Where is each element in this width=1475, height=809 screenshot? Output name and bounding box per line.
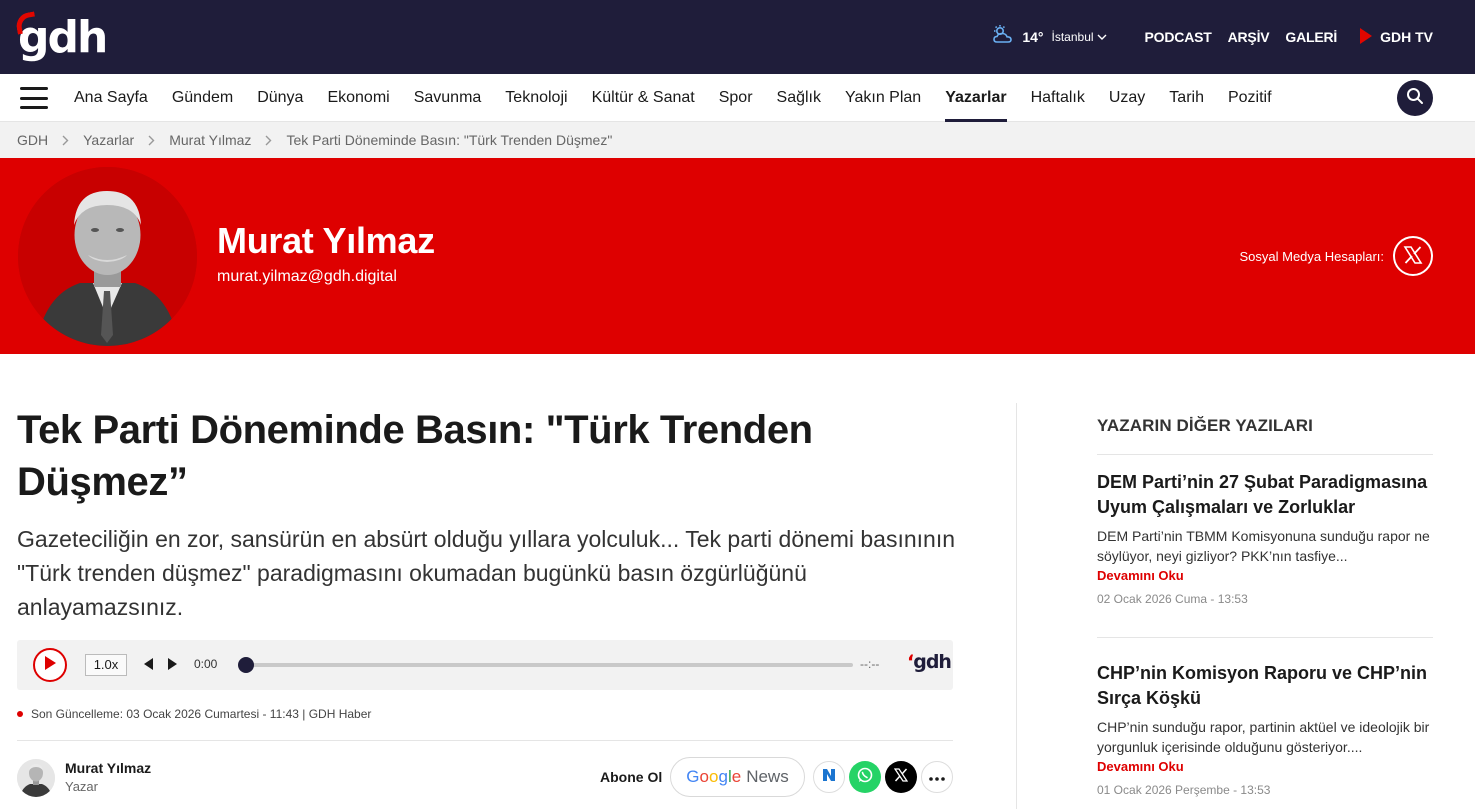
author-name: Murat Yılmaz xyxy=(217,220,435,261)
nav-item-spor[interactable]: Spor xyxy=(707,74,765,122)
read-more-link[interactable]: Devamını Oku xyxy=(1097,568,1435,583)
nav-item-gundem[interactable]: Gündem xyxy=(160,74,245,122)
weather-icon xyxy=(992,24,1014,50)
hamburger-menu-icon[interactable] xyxy=(20,87,48,109)
main-nav: Ana Sayfa Gündem Dünya Ekonomi Savunma T… xyxy=(0,74,1475,122)
breadcrumb-current: Tek Parti Döneminde Basın: "Türk Trenden… xyxy=(286,132,613,148)
gdh-tv-link[interactable]: GDH TV xyxy=(1359,27,1433,48)
byline-role: Yazar xyxy=(65,779,98,794)
red-dot-icon xyxy=(17,711,23,717)
x-icon xyxy=(893,767,909,787)
chevron-right-icon xyxy=(62,135,69,146)
progress-thumb[interactable] xyxy=(238,657,254,673)
column-divider xyxy=(1016,403,1017,809)
nav-item-dunya[interactable]: Dünya xyxy=(245,74,315,122)
subscribe-label: Abone Ol xyxy=(600,769,663,785)
author-avatar xyxy=(18,167,197,346)
read-more-link[interactable]: Devamını Oku xyxy=(1097,759,1435,774)
search-icon xyxy=(1406,87,1424,110)
current-time: 0:00 xyxy=(194,657,218,671)
sidebar-post: CHP’nin Komisyon Raporu ve CHP’nin Sırça… xyxy=(1097,661,1435,797)
author-email[interactable]: murat.yilmaz@gdh.digital xyxy=(217,268,397,286)
weather-widget[interactable]: 14° İstanbul xyxy=(992,24,1107,50)
rewind-icon[interactable] xyxy=(143,657,154,676)
whatsapp-icon xyxy=(856,766,874,789)
sidebar-post: DEM Parti’nin 27 Şubat Paradigmasına Uyu… xyxy=(1097,470,1435,606)
breadcrumb-author[interactable]: Murat Yılmaz xyxy=(169,132,251,148)
google-logo: Google xyxy=(686,767,742,786)
share-x-button[interactable] xyxy=(885,761,917,793)
forward-icon[interactable] xyxy=(167,657,178,676)
top-right-menu: 14° İstanbul PODCAST ARŞİV GALERİ GDH TV xyxy=(992,0,1433,74)
city-select[interactable]: İstanbul xyxy=(1052,30,1107,44)
breadcrumb-yazarlar[interactable]: Yazarlar xyxy=(83,132,134,148)
sidebar-divider xyxy=(1097,637,1433,638)
search-button[interactable] xyxy=(1397,80,1433,116)
nav-item-yazarlar[interactable]: Yazarlar xyxy=(933,74,1018,122)
breadcrumb-gdh[interactable]: GDH xyxy=(17,132,48,148)
nav-item-teknoloji[interactable]: Teknoloji xyxy=(493,74,579,122)
sidebar-post-title[interactable]: DEM Parti’nin 27 Şubat Paradigmasına Uyu… xyxy=(1097,470,1435,520)
more-icon xyxy=(929,768,945,786)
playback-speed-button[interactable]: 1.0x xyxy=(85,654,127,676)
audio-player: 1.0x 0:00 --:-- ‘gdh xyxy=(17,640,953,690)
archive-link[interactable]: ARŞİV xyxy=(1228,29,1270,45)
nav-items: Ana Sayfa Gündem Dünya Ekonomi Savunma T… xyxy=(62,74,1284,122)
x-icon xyxy=(1403,245,1423,268)
nav-item-saglik[interactable]: Sağlık xyxy=(765,74,833,122)
x-social-button[interactable] xyxy=(1393,236,1433,276)
avatar[interactable] xyxy=(17,759,55,797)
share-whatsapp-button[interactable] xyxy=(849,761,881,793)
progress-track[interactable] xyxy=(238,657,853,673)
nav-item-yakin-plan[interactable]: Yakın Plan xyxy=(833,74,933,122)
google-news-button[interactable]: Google News xyxy=(670,757,805,797)
top-bar: gdh 14° İstanbul PODCAST ARŞİV GALERİ GD… xyxy=(0,0,1475,74)
sidebar-post-excerpt: CHP’nin sunduğu rapor, partinin aktüel v… xyxy=(1097,719,1430,755)
sidebar-post-excerpt: DEM Parti’nin TBMM Komisyonuna sunduğu r… xyxy=(1097,528,1430,564)
podcast-link[interactable]: PODCAST xyxy=(1145,29,1212,45)
total-time: --:-- xyxy=(860,657,880,671)
nav-item-ana-sayfa[interactable]: Ana Sayfa xyxy=(62,74,160,122)
play-triangle-icon xyxy=(1359,27,1373,48)
sidebar-post-date: 01 Ocak 2026 Perşembe - 13:53 xyxy=(1097,783,1271,797)
sidebar-post-title[interactable]: CHP’nin Komisyon Raporu ve CHP’nin Sırça… xyxy=(1097,661,1435,711)
google-news-label: News xyxy=(746,767,789,786)
breadcrumb: GDH Yazarlar Murat Yılmaz Tek Parti Döne… xyxy=(0,122,1475,158)
gallery-link[interactable]: GALERİ xyxy=(1285,29,1337,45)
author-hero: Murat Yılmaz murat.yilmaz@gdh.digital So… xyxy=(0,158,1475,354)
weather-temp: 14° xyxy=(1022,29,1044,45)
byline-name[interactable]: Murat Yılmaz xyxy=(65,760,151,776)
nav-item-tarih[interactable]: Tarih xyxy=(1157,74,1216,122)
nav-item-kultur-sanat[interactable]: Kültür & Sanat xyxy=(580,74,707,122)
divider xyxy=(17,740,953,741)
play-icon xyxy=(43,655,57,676)
share-more-button[interactable] xyxy=(921,761,953,793)
nav-item-pozitif[interactable]: Pozitif xyxy=(1216,74,1284,122)
social-label: Sosyal Medya Hesapları: xyxy=(1239,248,1384,264)
nav-item-savunma[interactable]: Savunma xyxy=(402,74,494,122)
article-title: Tek Parti Döneminde Basın: "Türk Trenden… xyxy=(17,408,813,504)
play-button[interactable] xyxy=(33,648,67,682)
last-updated: Son Güncelleme: 03 Ocak 2026 Cumartesi -… xyxy=(17,707,371,721)
n-icon xyxy=(821,767,837,788)
social-accounts: Sosyal Medya Hesapları: xyxy=(1239,236,1433,276)
player-logo: ‘gdh xyxy=(907,651,952,673)
city-label: İstanbul xyxy=(1051,30,1094,44)
article-lead: Gazeteciliğin en zor, sansürün en absürt… xyxy=(17,526,956,620)
sidebar-heading: YAZARIN DİĞER YAZILARI xyxy=(1097,416,1313,435)
nav-item-ekonomi[interactable]: Ekonomi xyxy=(315,74,401,122)
gdh-tv-label: GDH TV xyxy=(1380,29,1433,45)
author-row: Murat Yılmaz Yazar Abone Ol Google News xyxy=(17,755,953,805)
nav-item-uzay[interactable]: Uzay xyxy=(1097,74,1157,122)
nav-item-haftalik[interactable]: Haftalık xyxy=(1019,74,1097,122)
site-logo[interactable]: gdh xyxy=(14,10,108,66)
player-logo-text: gdh xyxy=(913,651,952,673)
sidebar-divider xyxy=(1097,454,1433,455)
sidebar-post-date: 02 Ocak 2026 Cuma - 13:53 xyxy=(1097,592,1248,606)
chevron-right-icon xyxy=(148,135,155,146)
chevron-down-icon xyxy=(1097,30,1107,44)
share-n-button[interactable] xyxy=(813,761,845,793)
last-updated-text: Son Güncelleme: 03 Ocak 2026 Cumartesi -… xyxy=(31,707,372,721)
chevron-right-icon xyxy=(265,135,272,146)
